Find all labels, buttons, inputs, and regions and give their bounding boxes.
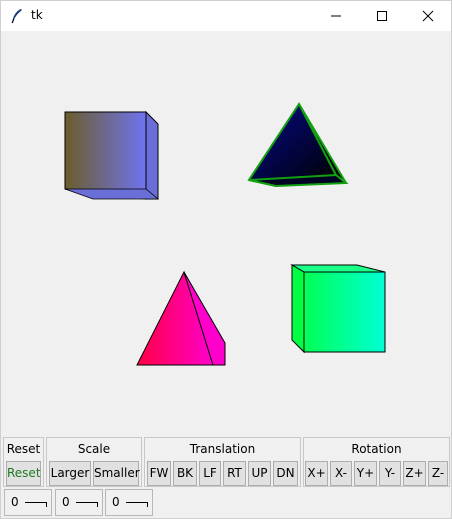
rotate-y-plus-button[interactable]: Y+ <box>354 461 377 486</box>
minimize-button[interactable] <box>313 1 359 31</box>
pyramid-dark-blue <box>247 102 349 188</box>
maximize-icon <box>377 11 387 21</box>
translate-fw-button[interactable]: FW <box>147 461 171 486</box>
cube-olive-blue <box>64 110 160 200</box>
option-menu-3[interactable]: 0 <box>105 489 153 516</box>
option-menu-1-value: 0 <box>11 495 19 509</box>
rotation-group-title: Rotation <box>351 442 402 456</box>
tk-window: tk Reset Reset Scale Larger Smaller Tran… <box>0 0 452 519</box>
rotate-x-minus-button[interactable]: X- <box>330 461 352 486</box>
pyramid-red-magenta <box>136 270 226 366</box>
rotate-x-plus-button[interactable]: X+ <box>305 461 328 486</box>
reset-button[interactable]: Reset <box>6 461 41 486</box>
window-title: tk <box>31 8 43 22</box>
option-menu-2[interactable]: 0 <box>55 489 103 516</box>
translation-group-title: Translation <box>189 442 256 456</box>
feather-icon <box>11 9 22 24</box>
drawing-canvas[interactable] <box>1 31 451 435</box>
translate-lf-button[interactable]: LF <box>199 461 221 486</box>
close-icon <box>422 10 434 22</box>
scale-group: Scale Larger Smaller <box>46 437 142 487</box>
option-menu-indicator-icon <box>25 502 47 507</box>
translation-group: Translation FW BK LF RT UP DN <box>144 437 301 487</box>
translate-bk-button[interactable]: BK <box>173 461 197 486</box>
translate-rt-button[interactable]: RT <box>223 461 246 486</box>
scale-group-title: Scale <box>77 442 111 456</box>
cube-green-cyan <box>290 264 386 354</box>
reset-group: Reset Reset <box>3 437 44 487</box>
close-button[interactable] <box>405 1 451 31</box>
translate-dn-button[interactable]: DN <box>273 461 298 486</box>
option-menu-indicator-icon <box>126 502 148 507</box>
minimize-icon <box>331 15 341 17</box>
scene-svg <box>64 102 386 366</box>
reset-group-title: Reset <box>6 442 41 456</box>
option-menu-2-value: 0 <box>62 495 70 509</box>
rotate-y-minus-button[interactable]: Y- <box>379 461 401 486</box>
rotate-z-minus-button[interactable]: Z- <box>428 461 448 486</box>
title-bar: tk <box>1 1 451 31</box>
option-menu-1[interactable]: 0 <box>4 489 52 516</box>
rotate-z-plus-button[interactable]: Z+ <box>403 461 426 486</box>
larger-button[interactable]: Larger <box>49 461 91 486</box>
smaller-button[interactable]: Smaller <box>93 461 140 486</box>
maximize-button[interactable] <box>359 1 405 31</box>
option-menu-indicator-icon <box>76 502 98 507</box>
translate-up-button[interactable]: UP <box>248 461 271 486</box>
option-menu-3-value: 0 <box>112 495 120 509</box>
rotation-group: Rotation X+ X- Y+ Y- Z+ Z- <box>303 437 450 487</box>
